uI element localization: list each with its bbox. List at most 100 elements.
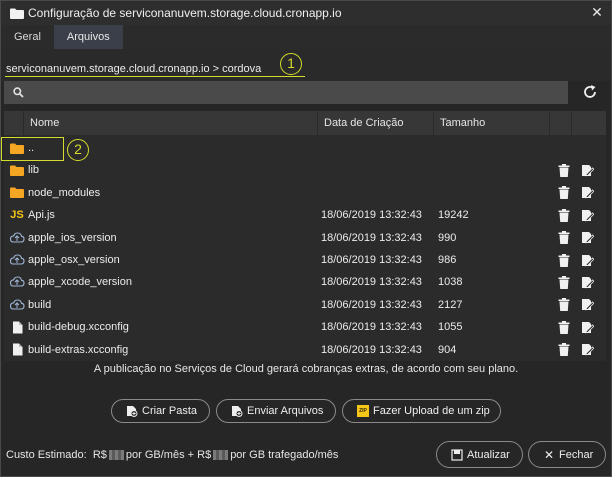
header-icon-col xyxy=(4,111,24,135)
edit-icon[interactable] xyxy=(580,271,594,293)
edit-icon[interactable] xyxy=(580,159,594,181)
file-name[interactable]: build-extras.xcconfig xyxy=(28,339,128,361)
cost-currency-traffic: R$ xyxy=(197,449,212,461)
configuration-dialog: Configuração de serviconanuvem.storage.c… xyxy=(0,0,612,477)
upload-zip-label: Fazer Upload de um zip xyxy=(373,405,490,417)
file-name[interactable]: lib xyxy=(28,159,39,181)
cost-per-gb: por GB/mês + xyxy=(125,449,195,461)
zip-icon: ZIP xyxy=(357,405,369,417)
cloud-file-icon xyxy=(8,294,26,316)
estimated-cost: Custo Estimado: R$ por GB/mês + R$ por G… xyxy=(6,449,338,461)
update-button[interactable]: Atualizar xyxy=(436,441,523,468)
edit-icon[interactable] xyxy=(580,204,594,226)
table-row[interactable]: apple_ios_version 18/06/2019 13:32:43 990 xyxy=(4,227,606,249)
close-button[interactable]: ✕ Fechar xyxy=(528,441,606,468)
refresh-icon[interactable] xyxy=(581,83,599,101)
update-label: Atualizar xyxy=(467,448,510,461)
edit-icon[interactable] xyxy=(580,316,594,338)
header-name[interactable]: Nome xyxy=(24,111,318,135)
file-size: 1055 xyxy=(438,321,463,334)
redacted-price-storage xyxy=(108,450,124,460)
close-label: Fechar xyxy=(559,448,594,461)
trash-icon[interactable] xyxy=(557,339,571,361)
table-row[interactable]: apple_osx_version 18/06/2019 13:32:43 986 xyxy=(4,249,606,271)
file-size: 986 xyxy=(438,254,457,266)
header-edit-col xyxy=(572,111,606,135)
trash-icon[interactable] xyxy=(557,316,571,338)
trash-icon[interactable] xyxy=(557,249,571,271)
file-name[interactable]: build xyxy=(28,294,51,316)
table-row[interactable]: apple_xcode_version 18/06/2019 13:32:43 10… xyxy=(4,271,606,293)
upload-zip-button[interactable]: ZIP Fazer Upload de um zip xyxy=(342,399,501,423)
cloud-file-icon xyxy=(8,227,26,249)
new-folder-icon xyxy=(126,405,138,417)
edit-icon[interactable] xyxy=(580,227,594,249)
file-date: 18/06/2019 13:32:43 xyxy=(321,231,422,244)
parent-folder-highlight xyxy=(1,137,64,161)
table-row[interactable]: node_modules xyxy=(4,182,606,204)
file-size: 990 xyxy=(438,231,457,244)
close-icon: ✕ xyxy=(543,447,555,462)
file-name[interactable]: node_modules xyxy=(28,182,100,204)
file-name[interactable]: apple_osx_version xyxy=(28,249,120,271)
trash-icon[interactable] xyxy=(557,182,571,204)
trash-icon[interactable] xyxy=(557,294,571,316)
close-icon[interactable]: ✕ xyxy=(590,5,604,19)
file-date: 18/06/2019 13:32:43 xyxy=(321,321,422,334)
edit-icon[interactable] xyxy=(580,182,594,204)
search-input[interactable] xyxy=(30,84,560,101)
cloud-file-icon xyxy=(8,271,26,293)
table-row[interactable]: build-extras.xcconfig 18/06/2019 13:32:43… xyxy=(4,339,606,361)
create-folder-button[interactable]: Criar Pasta xyxy=(111,399,210,423)
billing-notice: A publicação no Serviços de Cloud gerará… xyxy=(93,363,519,375)
table-row[interactable]: lib xyxy=(4,159,606,181)
edit-icon[interactable] xyxy=(580,339,594,361)
trash-icon[interactable] xyxy=(557,227,571,249)
redacted-price-traffic xyxy=(213,450,229,460)
add-file-icon xyxy=(231,405,243,417)
header-delete-col xyxy=(550,111,572,135)
cloud-file-icon xyxy=(8,249,26,271)
cost-label: Custo Estimado: xyxy=(6,449,87,461)
table-row[interactable]: build-debug.xcconfig 18/06/2019 13:32:43 1… xyxy=(4,316,606,338)
file-date: 18/06/2019 13:32:43 xyxy=(321,209,422,222)
title-bar: Configuração de serviconanuvem.storage.c… xyxy=(1,1,611,25)
annotation-marker-1: 1 xyxy=(280,53,302,75)
send-files-label: Enviar Arquivos xyxy=(247,405,324,417)
tab-arquivos[interactable]: Arquivos xyxy=(53,25,123,49)
table-row[interactable]: JS Api.js 18/06/2019 13:32:43 19242 xyxy=(4,204,606,226)
breadcrumb-underline xyxy=(5,76,305,77)
file-name[interactable]: Api.js xyxy=(28,204,55,226)
file-icon xyxy=(8,339,26,361)
tab-bar: Geral Arquivos xyxy=(1,25,611,49)
trash-icon[interactable] xyxy=(557,271,571,293)
folder-icon xyxy=(8,159,26,181)
edit-icon[interactable] xyxy=(580,294,594,316)
file-name[interactable]: build-debug.xcconfig xyxy=(28,316,129,338)
js-file-icon: JS xyxy=(10,209,24,222)
table-row[interactable]: build 18/06/2019 13:32:43 2127 xyxy=(4,294,606,316)
file-name[interactable]: apple_ios_version xyxy=(28,227,117,249)
file-size: 1038 xyxy=(438,276,463,289)
send-files-button[interactable]: Enviar Arquivos xyxy=(216,399,336,423)
header-date[interactable]: Data de Criação xyxy=(318,111,434,135)
cost-per-traffic: por GB trafegado/mês xyxy=(230,449,339,461)
file-date: 18/06/2019 13:32:43 xyxy=(321,254,422,266)
breadcrumb-area: serviconanuvem.storage.cloud.cronapp.io … xyxy=(1,49,611,81)
tab-geral[interactable]: Geral xyxy=(1,25,54,49)
file-date: 18/06/2019 13:32:43 xyxy=(321,343,422,356)
header-size[interactable]: Tamanho xyxy=(434,111,550,135)
breadcrumb[interactable]: serviconanuvem.storage.cloud.cronapp.io … xyxy=(6,63,261,75)
file-size: 904 xyxy=(438,343,457,356)
folder-icon xyxy=(10,8,24,19)
table-row[interactable]: .. xyxy=(4,137,606,159)
annotation-marker-2: 2 xyxy=(67,139,89,161)
edit-icon[interactable] xyxy=(580,249,594,271)
cost-currency-storage: R$ xyxy=(92,449,107,461)
file-size: 2127 xyxy=(438,298,463,311)
trash-icon[interactable] xyxy=(557,159,571,181)
trash-icon[interactable] xyxy=(557,204,571,226)
file-icon xyxy=(8,316,26,338)
file-name[interactable]: apple_xcode_version xyxy=(28,271,132,293)
file-size: 19242 xyxy=(438,209,469,222)
